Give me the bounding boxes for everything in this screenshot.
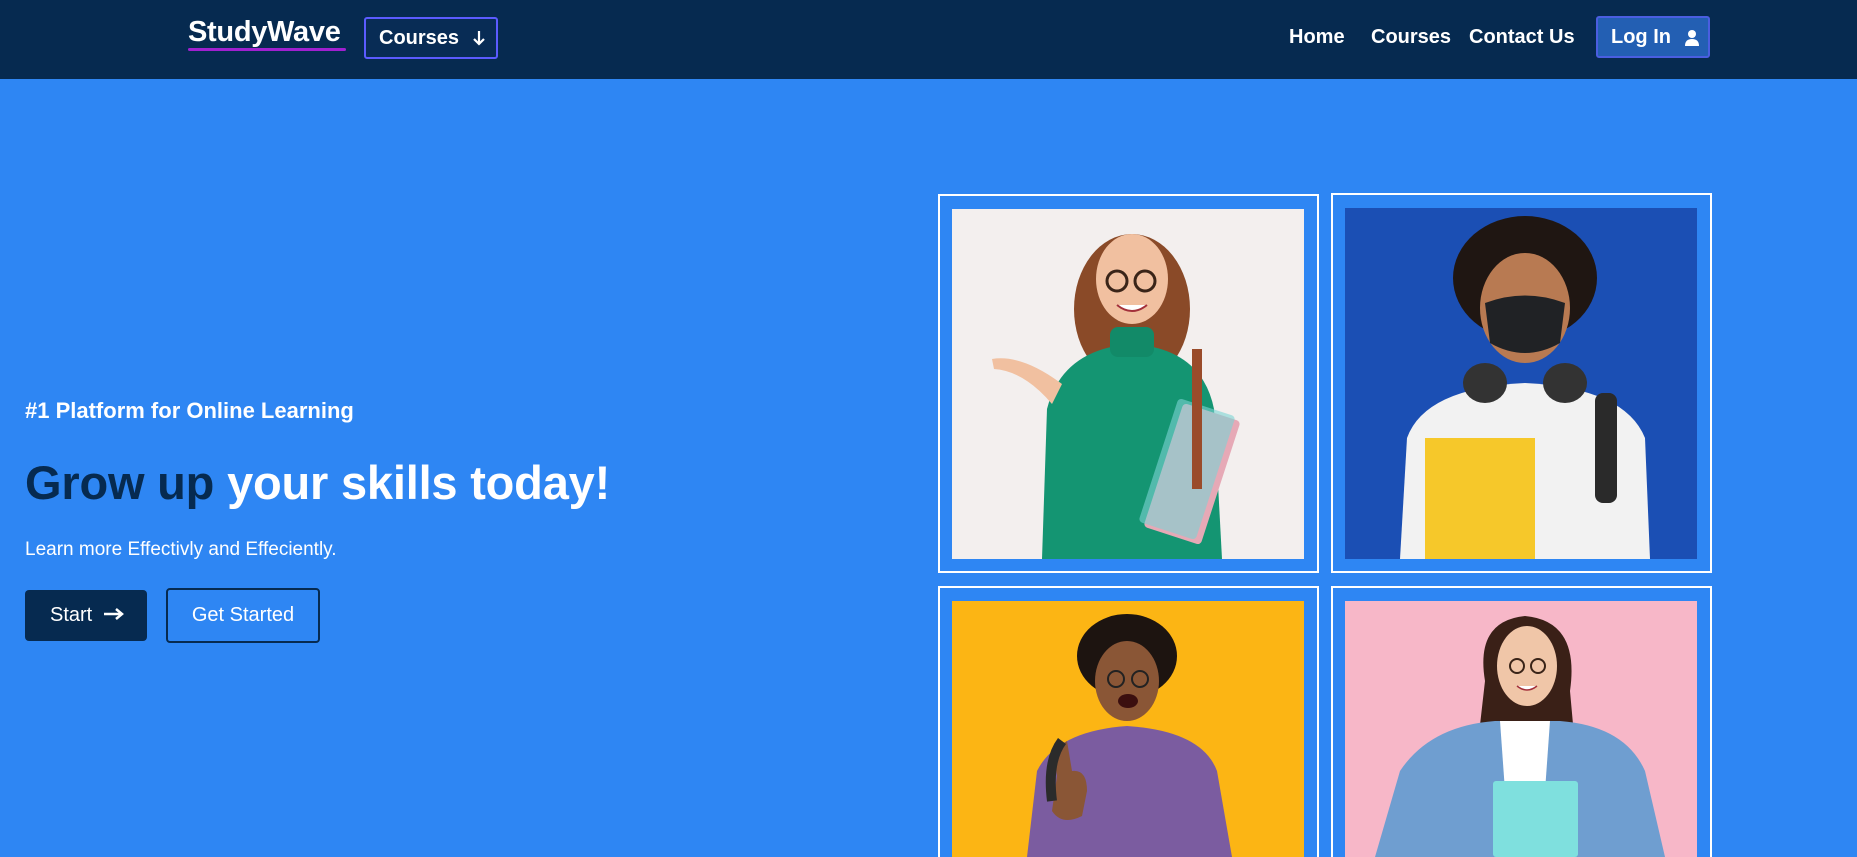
- nav-link-courses[interactable]: Courses: [1371, 26, 1451, 49]
- nav-link-contact-us[interactable]: Contact Us: [1469, 26, 1575, 49]
- get-started-button[interactable]: Get Started: [166, 588, 320, 643]
- start-button[interactable]: Start: [25, 590, 147, 641]
- arrow-right-icon: [104, 608, 124, 620]
- student-photo-woman-green: [952, 209, 1304, 559]
- student-photo-man-mask: [1345, 208, 1697, 559]
- user-icon: [1685, 30, 1699, 46]
- logo[interactable]: StudyWave: [188, 16, 341, 49]
- start-button-label: Start: [50, 604, 93, 626]
- login-button[interactable]: Log In: [1596, 16, 1710, 58]
- hero-subtitle: Learn more Effectivly and Effeciently.: [25, 539, 337, 560]
- courses-dropdown-label: Courses: [379, 26, 460, 49]
- student-photo-man-hoodie: [952, 601, 1304, 857]
- student-photo-woman-denim: [1345, 601, 1697, 857]
- headline-light-part: your skills today!: [227, 456, 611, 509]
- courses-dropdown[interactable]: Courses: [364, 17, 498, 59]
- nav-link-home[interactable]: Home: [1289, 26, 1345, 49]
- top-navbar: StudyWave Courses Home Courses Contact U…: [0, 0, 1857, 79]
- hero-headline: Grow up your skills today!: [25, 455, 610, 510]
- hero-tagline: #1 Platform for Online Learning: [25, 398, 354, 423]
- headline-dark-part: Grow up: [25, 456, 215, 509]
- logo-underline: [188, 48, 346, 51]
- login-button-label: Log In: [1611, 25, 1671, 48]
- arrow-down-icon: [473, 31, 485, 46]
